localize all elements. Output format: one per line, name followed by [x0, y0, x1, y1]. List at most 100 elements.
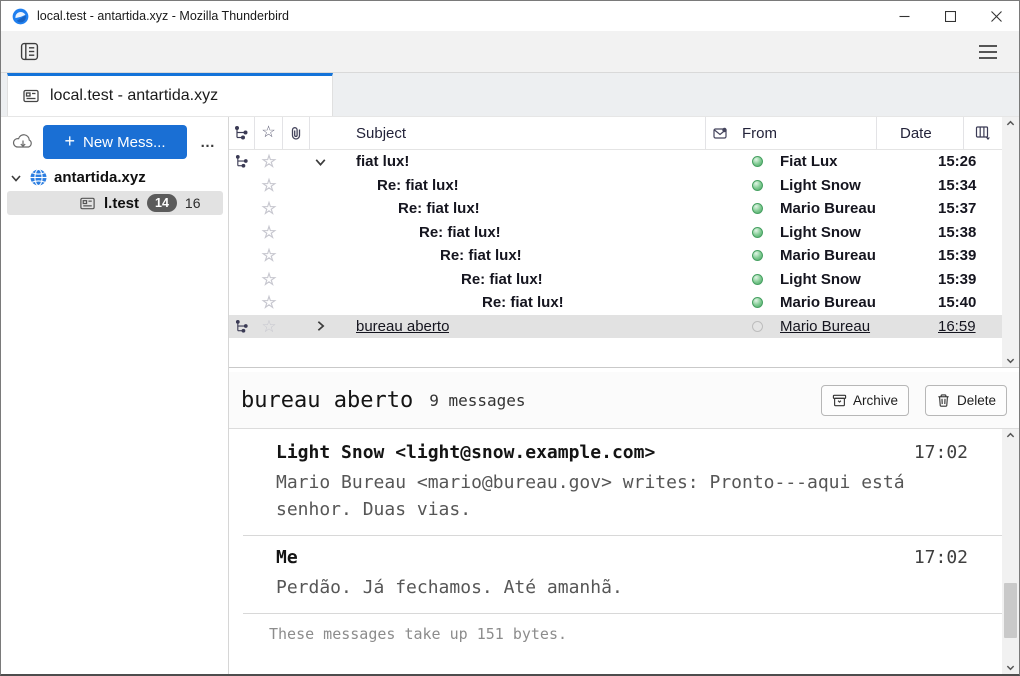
- maximize-button[interactable]: [927, 1, 973, 31]
- scroll-down-icon[interactable]: [1006, 356, 1015, 365]
- scrollbar-thumb[interactable]: [1004, 583, 1017, 638]
- unread-dot-icon: [752, 156, 763, 167]
- sidebar-item-folder-ltest[interactable]: l.test 14 16: [7, 191, 223, 215]
- trash-icon: [936, 393, 951, 408]
- star-toggle[interactable]: ☆: [255, 291, 283, 315]
- unread-message-icon: [712, 125, 728, 141]
- cloud-download-icon: [11, 130, 35, 154]
- unread-toggle[interactable]: [744, 291, 771, 315]
- star-icon: ☆: [261, 224, 276, 241]
- scroll-down-icon[interactable]: [1006, 663, 1015, 672]
- unread-column-header[interactable]: [706, 117, 733, 149]
- column-picker-button[interactable]: [964, 117, 1002, 149]
- message-list-header: ☆ Subject: [229, 117, 1002, 150]
- message-subject: Re: fiat lux!: [398, 200, 480, 217]
- tab-bar: local.test - antartida.xyz: [1, 73, 1019, 117]
- account-name: antartida.xyz: [54, 169, 146, 186]
- newsgroup-icon: [22, 87, 40, 105]
- unread-toggle[interactable]: [744, 268, 771, 292]
- message-time: 17:02: [914, 547, 968, 568]
- thread-message[interactable]: Me 17:02 Perdão. Já fechamos. Até amanhã…: [229, 536, 1002, 613]
- more-options-icon: …: [200, 134, 216, 151]
- date-column-header[interactable]: Date: [877, 117, 964, 149]
- message-date: 15:37: [915, 197, 1002, 221]
- subject-column-header[interactable]: Subject: [310, 117, 706, 149]
- window-title: local.test - antartida.xyz - Mozilla Thu…: [37, 9, 289, 23]
- message-pane-scrollbar[interactable]: [1002, 429, 1019, 674]
- folder-name: l.test: [104, 195, 139, 212]
- message-from: Light Snow: [780, 224, 861, 241]
- message-from: Mario Bureau: [780, 247, 876, 264]
- plus-icon: +: [64, 132, 75, 150]
- twisty-icon[interactable]: [313, 319, 328, 334]
- message-from: Mario Bureau: [780, 200, 876, 217]
- folder-pane: + New Mess... … antartida.xyz: [1, 117, 229, 674]
- message-from: Mario Bureau: [780, 294, 876, 311]
- star-toggle[interactable]: ☆: [255, 221, 283, 245]
- message-row[interactable]: ☆ Re: fiat lux! Mario Bureau 15:37: [229, 197, 1002, 221]
- star-toggle[interactable]: ☆: [255, 268, 283, 292]
- message-subject: Re: fiat lux!: [440, 247, 522, 264]
- from-column-header[interactable]: From: [733, 117, 877, 149]
- unread-toggle[interactable]: [744, 174, 771, 198]
- message-row[interactable]: ☆ bureau aberto Mario Bureau 16:59: [229, 315, 1002, 339]
- unified-toolbar: [1, 31, 1019, 73]
- subject-column-label: Subject: [356, 125, 406, 142]
- message-list-scrollbar[interactable]: [1002, 117, 1019, 367]
- twisty-icon[interactable]: [313, 154, 328, 169]
- app-menu-button[interactable]: [971, 38, 1005, 66]
- message-from: Light Snow: [780, 177, 861, 194]
- message-row[interactable]: ☆ Re: fiat lux! Light Snow 15:34: [229, 174, 1002, 198]
- folder-pane-options-button[interactable]: …: [193, 128, 223, 156]
- star-toggle[interactable]: ☆: [255, 150, 283, 174]
- attachment-column-header[interactable]: [283, 117, 310, 149]
- tab-local-test[interactable]: local.test - antartida.xyz: [7, 73, 333, 116]
- unread-toggle[interactable]: [744, 244, 771, 268]
- spaces-icon: [20, 42, 39, 61]
- message-row[interactable]: ☆ Re: fiat lux! Mario Bureau 15:39: [229, 244, 1002, 268]
- archive-button[interactable]: Archive: [821, 385, 909, 416]
- message-row[interactable]: ☆ Re: fiat lux! Light Snow 15:38: [229, 221, 1002, 245]
- star-toggle[interactable]: ☆: [255, 315, 283, 339]
- message-from: Light Snow: [780, 271, 861, 288]
- star-icon: ☆: [261, 271, 276, 288]
- chevron-down-icon[interactable]: [9, 171, 23, 185]
- message-list-rows: ☆ fiat lux! Fiat Lux 15:26 ☆: [229, 150, 1002, 367]
- thunderbird-window: local.test - antartida.xyz - Mozilla Thu…: [0, 0, 1020, 676]
- archive-label: Archive: [853, 393, 898, 408]
- unread-dot-icon: [752, 227, 763, 238]
- unread-toggle[interactable]: [744, 197, 771, 221]
- message-row[interactable]: ☆ Re: fiat lux! Mario Bureau 15:40: [229, 291, 1002, 315]
- star-toggle[interactable]: ☆: [255, 174, 283, 198]
- message-time: 17:02: [914, 442, 968, 463]
- get-messages-button[interactable]: [9, 128, 37, 156]
- scroll-up-icon[interactable]: [1006, 431, 1015, 440]
- unread-toggle[interactable]: [744, 221, 771, 245]
- star-toggle[interactable]: ☆: [255, 197, 283, 221]
- message-subject: Re: fiat lux!: [419, 224, 501, 241]
- unread-toggle[interactable]: [744, 150, 771, 174]
- star-toggle[interactable]: ☆: [255, 244, 283, 268]
- spaces-toolbar-button[interactable]: [15, 38, 43, 66]
- minimize-button[interactable]: [881, 1, 927, 31]
- unread-dot-icon: [752, 180, 763, 191]
- tab-label: local.test - antartida.xyz: [50, 87, 218, 105]
- thread-indicator: [229, 197, 255, 221]
- new-message-label: New Mess...: [83, 134, 166, 151]
- thread-icon: [234, 125, 250, 141]
- new-message-button[interactable]: + New Mess...: [43, 125, 187, 159]
- message-date: 15:39: [915, 268, 1002, 292]
- thread-message[interactable]: Light Snow <light@snow.example.com> 17:0…: [229, 431, 1002, 535]
- message-row[interactable]: ☆ Re: fiat lux! Light Snow 15:39: [229, 268, 1002, 292]
- delete-button[interactable]: Delete: [925, 385, 1007, 416]
- message-row[interactable]: ☆ fiat lux! Fiat Lux 15:26: [229, 150, 1002, 174]
- star-icon: ☆: [261, 294, 276, 311]
- scroll-up-icon[interactable]: [1006, 119, 1015, 128]
- star-column-header[interactable]: ☆: [255, 117, 283, 149]
- thread-indicator: [229, 150, 255, 174]
- archive-icon: [832, 393, 847, 408]
- close-button[interactable]: [973, 1, 1019, 31]
- sidebar-item-account[interactable]: antartida.xyz: [1, 165, 228, 190]
- thread-column-header[interactable]: [229, 117, 255, 149]
- unread-toggle[interactable]: [744, 315, 771, 339]
